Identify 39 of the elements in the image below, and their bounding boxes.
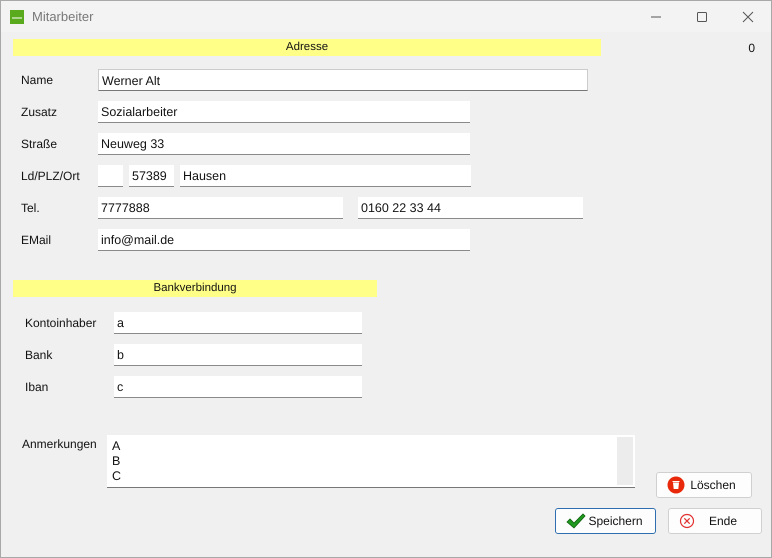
- delete-button[interactable]: Löschen: [656, 472, 752, 498]
- maximize-icon[interactable]: [696, 10, 708, 22]
- input-field[interactable]: c: [114, 376, 362, 398]
- field-label: Ld/PLZ/Ort: [21, 169, 81, 183]
- section-heading: Adresse: [13, 39, 601, 56]
- close-button[interactable]: Ende: [668, 508, 762, 534]
- text-line: C: [112, 469, 122, 484]
- input-field[interactable]: b: [114, 344, 362, 366]
- input-field[interactable]: Neuweg 33: [98, 133, 470, 155]
- field-label: Anmerkungen: [22, 437, 98, 451]
- text-line: A: [112, 439, 122, 454]
- field-label: Bank: [25, 348, 54, 362]
- input-field[interactable]: a: [114, 312, 362, 334]
- field-label: Zusatz: [21, 105, 58, 119]
- notes-field[interactable]: A B C: [107, 435, 635, 488]
- field-label: Kontoinhaber: [25, 316, 98, 330]
- field-label: Tel.: [21, 201, 41, 215]
- trash-icon: [667, 476, 685, 494]
- input-field[interactable]: 0160 22 33 44: [358, 197, 583, 219]
- input-field[interactable]: [98, 165, 123, 187]
- input-field[interactable]: 57389: [129, 165, 174, 187]
- field-label: EMail: [21, 233, 52, 247]
- input-field[interactable]: Sozialarbeiter: [98, 101, 470, 123]
- record-counter: 0: [748, 40, 755, 54]
- section-heading: Bankverbindung: [13, 280, 377, 297]
- save-button[interactable]: Speichern: [555, 508, 656, 534]
- close-icon[interactable]: [742, 10, 754, 22]
- window-title: Mitarbeiter: [32, 9, 94, 24]
- input-field[interactable]: 7777888: [98, 197, 343, 219]
- input-field[interactable]: Werner Alt: [98, 69, 588, 91]
- field-label: Iban: [25, 380, 50, 394]
- checkmark-icon: [566, 513, 586, 529]
- input-field[interactable]: Hausen: [180, 165, 471, 187]
- field-label: Name: [21, 73, 54, 87]
- field-label: Straße: [21, 137, 58, 151]
- app-logo-icon: [10, 10, 24, 24]
- input-field[interactable]: info@mail.de: [98, 229, 470, 251]
- cancel-icon: [679, 513, 695, 529]
- text-line: B: [112, 454, 122, 469]
